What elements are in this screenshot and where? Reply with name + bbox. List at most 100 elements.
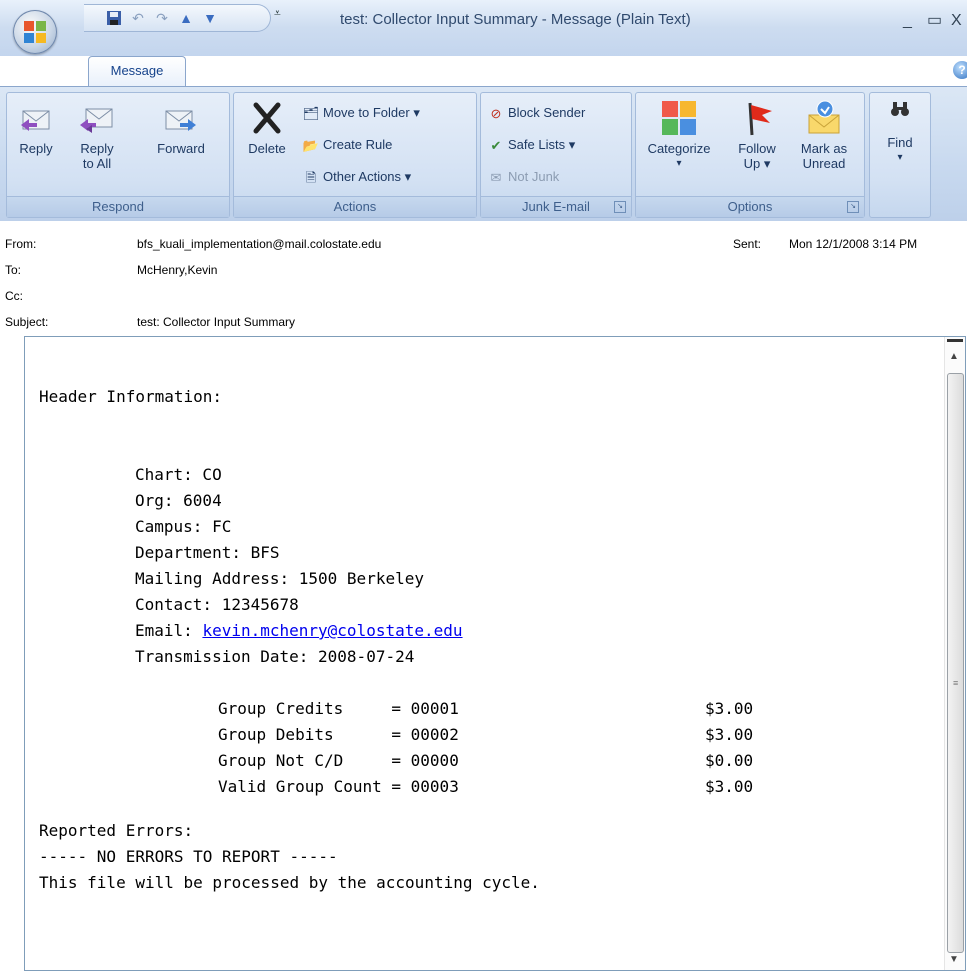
group-find: Find ▾ [869, 92, 931, 218]
scrollbar-top-marker [947, 339, 963, 342]
follow-up-label-2: Up ▾ [743, 156, 771, 171]
save-icon[interactable] [106, 10, 122, 26]
chart-line: Chart: CO [135, 465, 222, 484]
block-sender-button[interactable]: ⊘ Block Sender [487, 103, 586, 123]
no-errors-line: ----- NO ERRORS TO REPORT ----- [39, 847, 338, 866]
other-actions-button[interactable]: 🗎 Other Actions ▾ [302, 167, 411, 187]
subject-value: test: Collector Input Summary [137, 315, 296, 329]
reply-icon [21, 110, 50, 131]
group-respond: Reply Reply to All Forward Respond [6, 92, 230, 218]
find-label: Find [887, 135, 913, 150]
sent-label: Sent: [733, 237, 762, 251]
delete-icon [253, 102, 281, 134]
create-rule-button[interactable]: 📂 Create Rule [302, 135, 392, 155]
mailing-address-line: Mailing Address: 1500 Berkeley [135, 569, 424, 588]
mark-as-unread-button[interactable]: Mark as Unread [794, 99, 854, 171]
group-options: Categorize ▾ Follow Up ▾ Mark as Unread … [635, 92, 865, 218]
move-to-folder-label: Move to Folder ▾ [323, 105, 420, 120]
reply-button[interactable]: Reply [13, 99, 59, 156]
reply-label: Reply [19, 141, 53, 156]
not-junk-button[interactable]: ✉ Not Junk [487, 167, 560, 187]
org-line: Org: 6004 [135, 491, 222, 510]
sent-value: Mon 12/1/2008 3:14 PM [789, 237, 918, 251]
next-item-icon[interactable]: ▼ [202, 10, 218, 26]
reply-all-icon [80, 108, 113, 133]
previous-item-icon[interactable]: ▲ [178, 10, 194, 26]
valid-group-count-amount: $3.00 [705, 777, 754, 796]
undo-icon[interactable]: ↶ [130, 10, 146, 26]
delete-label: Delete [248, 141, 286, 156]
reply-all-button[interactable]: Reply to All [69, 99, 125, 171]
minimize-button[interactable]: _ [903, 13, 912, 29]
message-body[interactable]: Header Information: Chart: CO Org: 6004 … [24, 336, 966, 971]
tab-message[interactable]: Message [88, 56, 186, 87]
vertical-scrollbar[interactable]: ▲ ≡ ▼ [944, 337, 965, 970]
redo-icon[interactable]: ↷ [154, 10, 170, 26]
reply-all-label-2: to All [82, 156, 112, 171]
group-not-cd-line: Group Not C/D = 00000 [218, 751, 459, 770]
block-sender-icon: ⊘ [490, 105, 502, 121]
office-button[interactable] [13, 10, 57, 54]
group-label-junk: Junk E-mail [481, 196, 631, 217]
office-logo-icon [24, 21, 46, 43]
email-line: Email: kevin.mchenry@colostate.edu [135, 621, 463, 640]
forward-button[interactable]: Forward [151, 99, 211, 156]
follow-up-flag-icon [748, 102, 772, 136]
customize-qat-icon[interactable]: ⩡ [274, 6, 281, 21]
group-not-cd-amount: $0.00 [705, 751, 754, 770]
campus-line: Campus: FC [135, 517, 232, 536]
mark-as-unread-label-1: Mark as [800, 141, 848, 156]
message-header: From: bfs_kuali_implementation@mail.colo… [0, 221, 967, 335]
maximize-button[interactable]: ▭ [927, 13, 942, 29]
department-line: Department: BFS [135, 543, 280, 562]
from-label: From: [5, 237, 37, 251]
group-debits-line: Group Debits = 00002 [218, 725, 459, 744]
quick-access-toolbar: ↶ ↷ ▲ ▼ [84, 4, 271, 32]
title-bar: ↶ ↷ ▲ ▼ ⩡ test: Collector Input Summary … [0, 0, 967, 56]
categorize-label: Categorize [647, 141, 711, 156]
create-rule-label: Create Rule [323, 137, 393, 152]
close-button[interactable]: X [951, 13, 962, 29]
create-rule-icon: 📂 [302, 137, 320, 153]
options-dialog-launcher-icon[interactable]: ↘ [847, 201, 859, 213]
group-label-respond: Respond [7, 196, 229, 217]
contact-line: Contact: 12345678 [135, 595, 299, 614]
other-actions-label: Other Actions ▾ [323, 169, 412, 184]
help-icon[interactable]: ? [953, 61, 967, 79]
safe-lists-button[interactable]: ✔ Safe Lists ▾ [487, 135, 576, 155]
find-button[interactable]: Find ▾ [874, 99, 926, 165]
find-dropdown-icon: ▾ [897, 152, 903, 163]
follow-up-label-1: Follow [738, 141, 776, 156]
header-information-heading: Header Information: [39, 387, 223, 406]
reply-all-label-1: Reply [80, 141, 114, 156]
mark-as-unread-icon [808, 100, 840, 134]
to-label: To: [5, 263, 22, 277]
other-actions-icon: 🗎 [305, 169, 317, 185]
delete-button[interactable]: Delete [240, 99, 294, 156]
email-link[interactable]: kevin.mchenry@colostate.edu [202, 621, 462, 640]
categorize-button[interactable]: Categorize ▾ [640, 99, 718, 171]
transmission-date-line: Transmission Date: 2008-07-24 [135, 647, 415, 666]
ribbon: Reply Reply to All Forward Respond Delet… [0, 86, 967, 222]
group-junk-email: ⊘ Block Sender ✔ Safe Lists ▾ ✉ Not Junk Ju… [480, 92, 632, 218]
to-value[interactable]: McHenry,Kevin [137, 263, 217, 277]
group-debits-amount: $3.00 [705, 725, 754, 744]
email-label: Email: [135, 621, 203, 640]
reported-errors-heading: Reported Errors: [39, 821, 194, 840]
group-label-options: Options [636, 196, 864, 217]
follow-up-button[interactable]: Follow Up ▾ [728, 99, 786, 171]
move-to-folder-button[interactable]: 🗂 Move to Folder ▾ [302, 103, 420, 123]
scroll-down-arrow-icon[interactable]: ▼ [949, 954, 959, 965]
scrollbar-thumb[interactable]: ≡ [947, 373, 964, 953]
group-label-actions: Actions [234, 196, 476, 217]
forward-label: Forward [157, 141, 205, 156]
categorize-dropdown-icon: ▾ [676, 158, 682, 169]
move-to-folder-icon: 🗂 [302, 105, 320, 121]
scroll-up-arrow-icon[interactable]: ▲ [949, 351, 959, 362]
junk-dialog-launcher-icon[interactable]: ↘ [614, 201, 626, 213]
cc-label: Cc: [5, 289, 23, 303]
binoculars-icon [891, 102, 909, 116]
not-junk-icon: ✉ [490, 169, 502, 185]
scrollbar-grip-icon: ≡ [953, 678, 959, 688]
from-value[interactable]: bfs_kuali_implementation@mail.colostate.… [137, 237, 381, 251]
